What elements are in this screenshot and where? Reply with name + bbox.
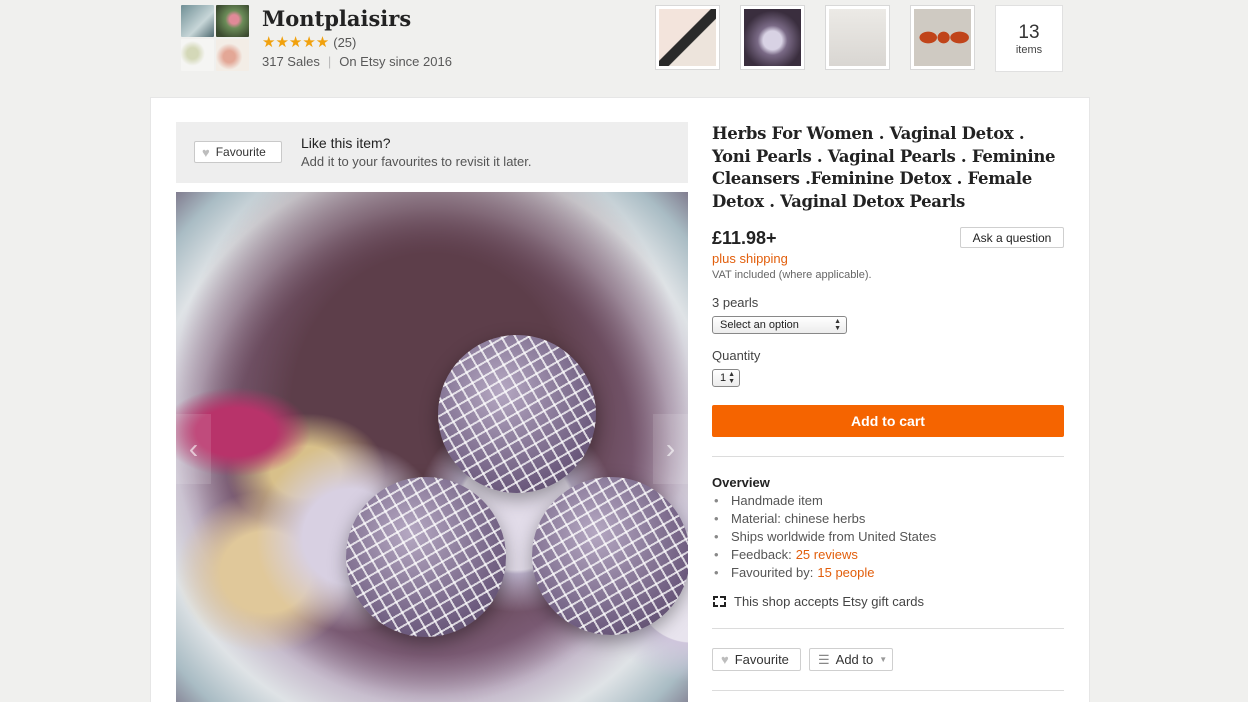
variation-select[interactable]: Select an option ▲ ▼ <box>712 316 847 334</box>
listing-price: £11.98+ <box>712 228 777 248</box>
select-arrows-icon: ▲ ▼ <box>834 318 841 332</box>
overview-ships: Ships worldwide from United States <box>731 529 937 544</box>
items-count-number: 13 <box>1018 21 1040 43</box>
gift-card-note: This shop accepts Etsy gift cards <box>713 594 924 609</box>
variation-select-value: Select an option <box>720 319 799 331</box>
ask-question-button[interactable]: Ask a question <box>960 227 1064 248</box>
variation-label: 3 pearls <box>712 295 759 310</box>
shop-items-count[interactable]: 13 items <box>995 5 1063 72</box>
gift-card-text: This shop accepts Etsy gift cards <box>734 594 925 609</box>
list-item: • Favourited by: 15 people <box>714 564 936 582</box>
quantity-value: 1 <box>720 372 727 384</box>
quantity-select[interactable]: 1 ▲ ▼ <box>712 369 740 387</box>
listing-title: Herbs For Women . Vaginal Detox . Yoni P… <box>712 124 1056 211</box>
shop-item-thumbnail[interactable] <box>910 5 975 70</box>
shop-item-thumbnails: 13 items <box>655 5 1063 72</box>
list-item: • Feedback: 25 reviews <box>714 546 936 564</box>
list-icon: ☰ <box>818 651 830 667</box>
listing-main-image[interactable]: ‹ › <box>176 192 688 702</box>
favourite-button-label: Favourite <box>215 145 266 159</box>
heart-icon: ♥ <box>721 652 729 667</box>
shop-avatar[interactable] <box>181 5 249 71</box>
previous-image-arrow-icon[interactable]: ‹ <box>176 414 211 484</box>
sales-count: 317 Sales <box>262 54 320 69</box>
add-to-list-button[interactable]: ☰ Add to ▼ <box>809 648 893 671</box>
favourite-banner: ♥ Favourite Like this item? Add it to yo… <box>176 122 688 183</box>
vat-note: VAT included (where applicable). <box>712 269 872 281</box>
shop-meta: 317 Sales | On Etsy since 2016 <box>262 54 452 69</box>
overview-feedback-label: Feedback: <box>731 547 792 562</box>
thumbnail-image <box>914 9 971 66</box>
overview-title: Overview <box>712 475 770 490</box>
chevron-down-icon: ▼ <box>879 655 888 664</box>
heart-icon: ♥ <box>202 144 210 160</box>
divider <box>712 456 1064 457</box>
shop-item-thumbnail[interactable] <box>825 5 890 70</box>
bullet-icon: • <box>714 529 719 544</box>
favourite-item-label: Favourite <box>734 652 789 667</box>
next-image-arrow-icon[interactable]: › <box>653 414 688 484</box>
list-item: • Material: chinese herbs <box>714 510 936 528</box>
pearl-image-detail <box>346 477 506 637</box>
pearl-image-detail <box>532 477 688 635</box>
bullet-icon: • <box>714 511 719 526</box>
shipping-link[interactable]: plus shipping <box>712 251 788 266</box>
overview-material: Material: chinese herbs <box>731 511 866 526</box>
shop-name[interactable]: Montplaisirs <box>262 6 411 31</box>
star-rating-icon: ★★★★★ <box>262 34 330 51</box>
thumbnail-image <box>659 9 716 66</box>
favourited-people-link[interactable]: 15 people <box>817 564 874 582</box>
bullet-icon: • <box>714 547 719 562</box>
bullet-icon: • <box>714 493 719 508</box>
review-count: (25) <box>333 34 357 50</box>
avatar-tile <box>216 39 249 71</box>
overview-list: • Handmade item • Material: chinese herbs … <box>714 492 936 582</box>
bullet-icon: • <box>714 565 719 580</box>
separator: | <box>327 54 332 69</box>
add-to-cart-button[interactable]: Add to cart <box>712 405 1064 437</box>
overview-favourited-label: Favourited by: <box>731 565 814 580</box>
gift-card-icon <box>713 596 726 607</box>
favourite-button[interactable]: ♥ Favourite <box>194 141 282 163</box>
shop-item-thumbnail[interactable] <box>740 5 805 70</box>
shop-since: On Etsy since 2016 <box>339 54 452 69</box>
avatar-tile <box>181 39 214 71</box>
reviews-link[interactable]: 25 reviews <box>796 546 858 564</box>
divider <box>712 628 1064 629</box>
shop-header: Montplaisirs ★★★★★ (25) 317 Sales | On Ets… <box>0 0 1248 90</box>
select-arrows-icon: ▲ ▼ <box>728 371 735 385</box>
avatar-tile <box>216 5 249 37</box>
banner-subtitle: Add it to your favourites to revisit it … <box>301 154 532 169</box>
overview-handmade: Handmade item <box>731 493 823 508</box>
list-item: • Ships worldwide from United States <box>714 528 936 546</box>
thumbnail-image <box>829 9 886 66</box>
shop-rating[interactable]: ★★★★★ (25) <box>262 33 356 51</box>
thumbnail-image <box>744 9 801 66</box>
favourite-item-button[interactable]: ♥ Favourite <box>712 648 801 671</box>
items-count-label: items <box>1015 43 1043 56</box>
list-item: • Handmade item <box>714 492 936 510</box>
pearl-image-detail <box>438 335 596 493</box>
divider <box>712 690 1064 691</box>
quantity-label: Quantity <box>712 348 761 363</box>
avatar-tile <box>181 5 214 37</box>
shop-item-thumbnail[interactable] <box>655 5 720 70</box>
banner-title: Like this item? <box>301 135 391 151</box>
add-to-label: Add to <box>835 652 874 667</box>
